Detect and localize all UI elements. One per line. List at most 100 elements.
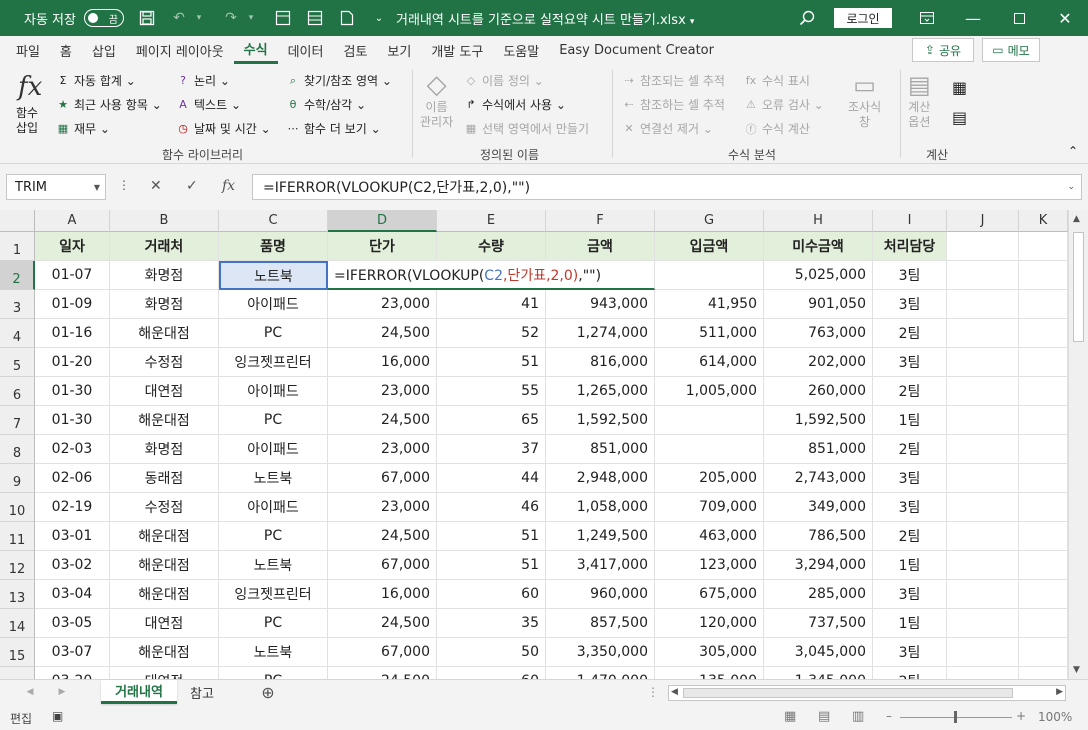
table-cell[interactable]: 수정점 bbox=[110, 348, 219, 377]
table-cell[interactable] bbox=[655, 435, 764, 464]
editing-cell[interactable]: =IFERROR(VLOOKUP(C2,단가표,2,0),"") bbox=[328, 261, 655, 290]
horizontal-scrollbar[interactable]: ◀ ▶ bbox=[668, 685, 1066, 701]
table-cell[interactable]: 02-19 bbox=[35, 493, 110, 522]
table-cell[interactable]: 851,000 bbox=[764, 435, 873, 464]
table-cell[interactable]: 37 bbox=[437, 435, 546, 464]
use-in-formula-button[interactable]: ↱ 수식에서 사용 ⌄ bbox=[464, 96, 566, 113]
remove-arrows-button[interactable]: ✕ 연결선 제거 ⌄ bbox=[622, 120, 713, 137]
page-layout-view-icon[interactable]: ▤ bbox=[818, 709, 830, 724]
table-cell[interactable]: 60 bbox=[437, 580, 546, 609]
table-cell[interactable]: 아이패드 bbox=[219, 377, 328, 406]
table-cell[interactable]: 3팀 bbox=[873, 464, 947, 493]
table-cell[interactable]: 03-05 bbox=[35, 609, 110, 638]
table-cell[interactable]: 2팀 bbox=[873, 319, 947, 348]
empty-cell[interactable] bbox=[1019, 261, 1068, 290]
table-cell[interactable]: 23,000 bbox=[328, 435, 437, 464]
table-cell[interactable]: 잉크젯프린터 bbox=[219, 580, 328, 609]
hscroll-left-icon[interactable]: ◀ bbox=[671, 687, 678, 697]
customize-quick-access-icon[interactable]: ⌄ bbox=[370, 9, 388, 27]
table-cell[interactable]: 2,948,000 bbox=[546, 464, 655, 493]
minimize-icon[interactable]: — bbox=[950, 0, 996, 36]
zoom-out-icon[interactable]: – bbox=[886, 709, 892, 723]
table-cell[interactable]: 2,743,000 bbox=[764, 464, 873, 493]
empty-cell[interactable] bbox=[947, 319, 1019, 348]
empty-cell[interactable] bbox=[1019, 464, 1068, 493]
tab-home[interactable]: 홈 bbox=[50, 36, 82, 64]
table-cell[interactable]: 349,000 bbox=[764, 493, 873, 522]
header-cell[interactable]: 품명 bbox=[219, 232, 328, 261]
table-cell[interactable]: 해운대점 bbox=[110, 638, 219, 667]
table-cell[interactable]: 737,500 bbox=[764, 609, 873, 638]
memo-button[interactable]: ▭ 메모 bbox=[982, 38, 1040, 62]
zoom-in-icon[interactable]: + bbox=[1016, 709, 1026, 723]
cancel-icon[interactable]: ✕ bbox=[150, 178, 162, 194]
header-cell[interactable]: 처리담당 bbox=[873, 232, 947, 261]
table-cell[interactable]: 1,005,000 bbox=[655, 377, 764, 406]
table-cell[interactable]: 노트북 bbox=[219, 464, 328, 493]
column-header-i[interactable]: I bbox=[873, 210, 947, 232]
table-cell[interactable]: 해운대점 bbox=[110, 522, 219, 551]
table-cell[interactable]: 화명점 bbox=[110, 435, 219, 464]
table-cell[interactable]: 67,000 bbox=[328, 464, 437, 493]
table-cell[interactable]: 35 bbox=[437, 609, 546, 638]
empty-cell[interactable] bbox=[1019, 667, 1068, 679]
insert-function-icon[interactable]: fx bbox=[18, 72, 42, 102]
table-cell[interactable]: 3팀 bbox=[873, 290, 947, 319]
table-cell[interactable]: PC bbox=[219, 319, 328, 348]
table-cell[interactable]: 대연점 bbox=[110, 609, 219, 638]
table-cell[interactable]: 511,000 bbox=[655, 319, 764, 348]
table-cell[interactable]: 24,500 bbox=[328, 319, 437, 348]
row-header-10[interactable]: 10 bbox=[0, 493, 35, 522]
redo-icon[interactable]: ↷ bbox=[222, 9, 240, 27]
table-cell[interactable]: 대연점 bbox=[110, 377, 219, 406]
horizontal-scroll-thumb[interactable] bbox=[683, 688, 1013, 698]
empty-cell[interactable] bbox=[1019, 580, 1068, 609]
watch-window-button[interactable]: ▭ 조사식 창 bbox=[848, 70, 881, 130]
lookup-button[interactable]: ⌕ 찾기/참조 영역 ⌄ bbox=[286, 72, 392, 89]
show-formulas-button[interactable]: fx 수식 표시 bbox=[744, 72, 810, 89]
trace-dependents-button[interactable]: ⇠ 참조하는 셀 추적 bbox=[622, 96, 725, 113]
empty-cell[interactable] bbox=[947, 551, 1019, 580]
table-cell[interactable]: 3팀 bbox=[873, 493, 947, 522]
more-functions-button[interactable]: ⋯ 함수 더 보기 ⌄ bbox=[286, 120, 381, 137]
table-cell[interactable]: 1,249,500 bbox=[546, 522, 655, 551]
empty-cell[interactable] bbox=[1019, 638, 1068, 667]
column-header-f[interactable]: F bbox=[546, 210, 655, 232]
tab-insert[interactable]: 삽입 bbox=[82, 36, 126, 64]
vertical-scroll-thumb[interactable] bbox=[1073, 232, 1084, 342]
table-cell[interactable]: 1,592,500 bbox=[764, 406, 873, 435]
column-header-j[interactable]: J bbox=[947, 210, 1019, 232]
recent-functions-button[interactable]: ★ 최근 사용 항목 ⌄ bbox=[56, 96, 162, 113]
table-cell[interactable]: 02-03 bbox=[35, 435, 110, 464]
table-cell[interactable]: 51 bbox=[437, 522, 546, 551]
empty-cell[interactable] bbox=[947, 348, 1019, 377]
table-cell[interactable]: PC bbox=[219, 522, 328, 551]
table-cell[interactable]: 41,950 bbox=[655, 290, 764, 319]
table-cell[interactable]: 해운대점 bbox=[110, 319, 219, 348]
table-cell[interactable]: 16,000 bbox=[328, 580, 437, 609]
table-cell[interactable]: 1팀 bbox=[873, 406, 947, 435]
header-cell[interactable]: 일자 bbox=[35, 232, 110, 261]
empty-cell[interactable] bbox=[1019, 406, 1068, 435]
row-header-14[interactable]: 14 bbox=[0, 609, 35, 638]
insert-function-button[interactable]: 함수 삽입 bbox=[16, 106, 38, 136]
row-header-16[interactable]: 16 bbox=[0, 667, 35, 679]
table-cell[interactable]: 16,000 bbox=[328, 348, 437, 377]
table-cell[interactable]: 1,265,000 bbox=[546, 377, 655, 406]
table-cell[interactable]: 01-16 bbox=[35, 319, 110, 348]
empty-cell[interactable] bbox=[947, 580, 1019, 609]
empty-cell[interactable] bbox=[947, 290, 1019, 319]
table-cell[interactable]: 24,500 bbox=[328, 609, 437, 638]
tab-review[interactable]: 검토 bbox=[333, 36, 377, 64]
row-header-2[interactable]: 2 bbox=[0, 261, 35, 290]
tab-developer[interactable]: 개발 도구 bbox=[421, 36, 493, 64]
trace-precedents-button[interactable]: ⇢ 참조되는 셀 추적 bbox=[622, 72, 725, 89]
share-button[interactable]: ⇪ 공유 bbox=[912, 38, 974, 62]
table-cell[interactable]: 23,000 bbox=[328, 290, 437, 319]
row-header-12[interactable]: 12 bbox=[0, 551, 35, 580]
undo-icon[interactable]: ↶ bbox=[170, 9, 188, 27]
table-cell[interactable] bbox=[655, 406, 764, 435]
table-cell[interactable]: 01-30 bbox=[35, 377, 110, 406]
autosum-button[interactable]: Σ 자동 합계 ⌄ bbox=[56, 72, 136, 89]
table-cell[interactable]: 1,345,000 bbox=[764, 667, 873, 679]
